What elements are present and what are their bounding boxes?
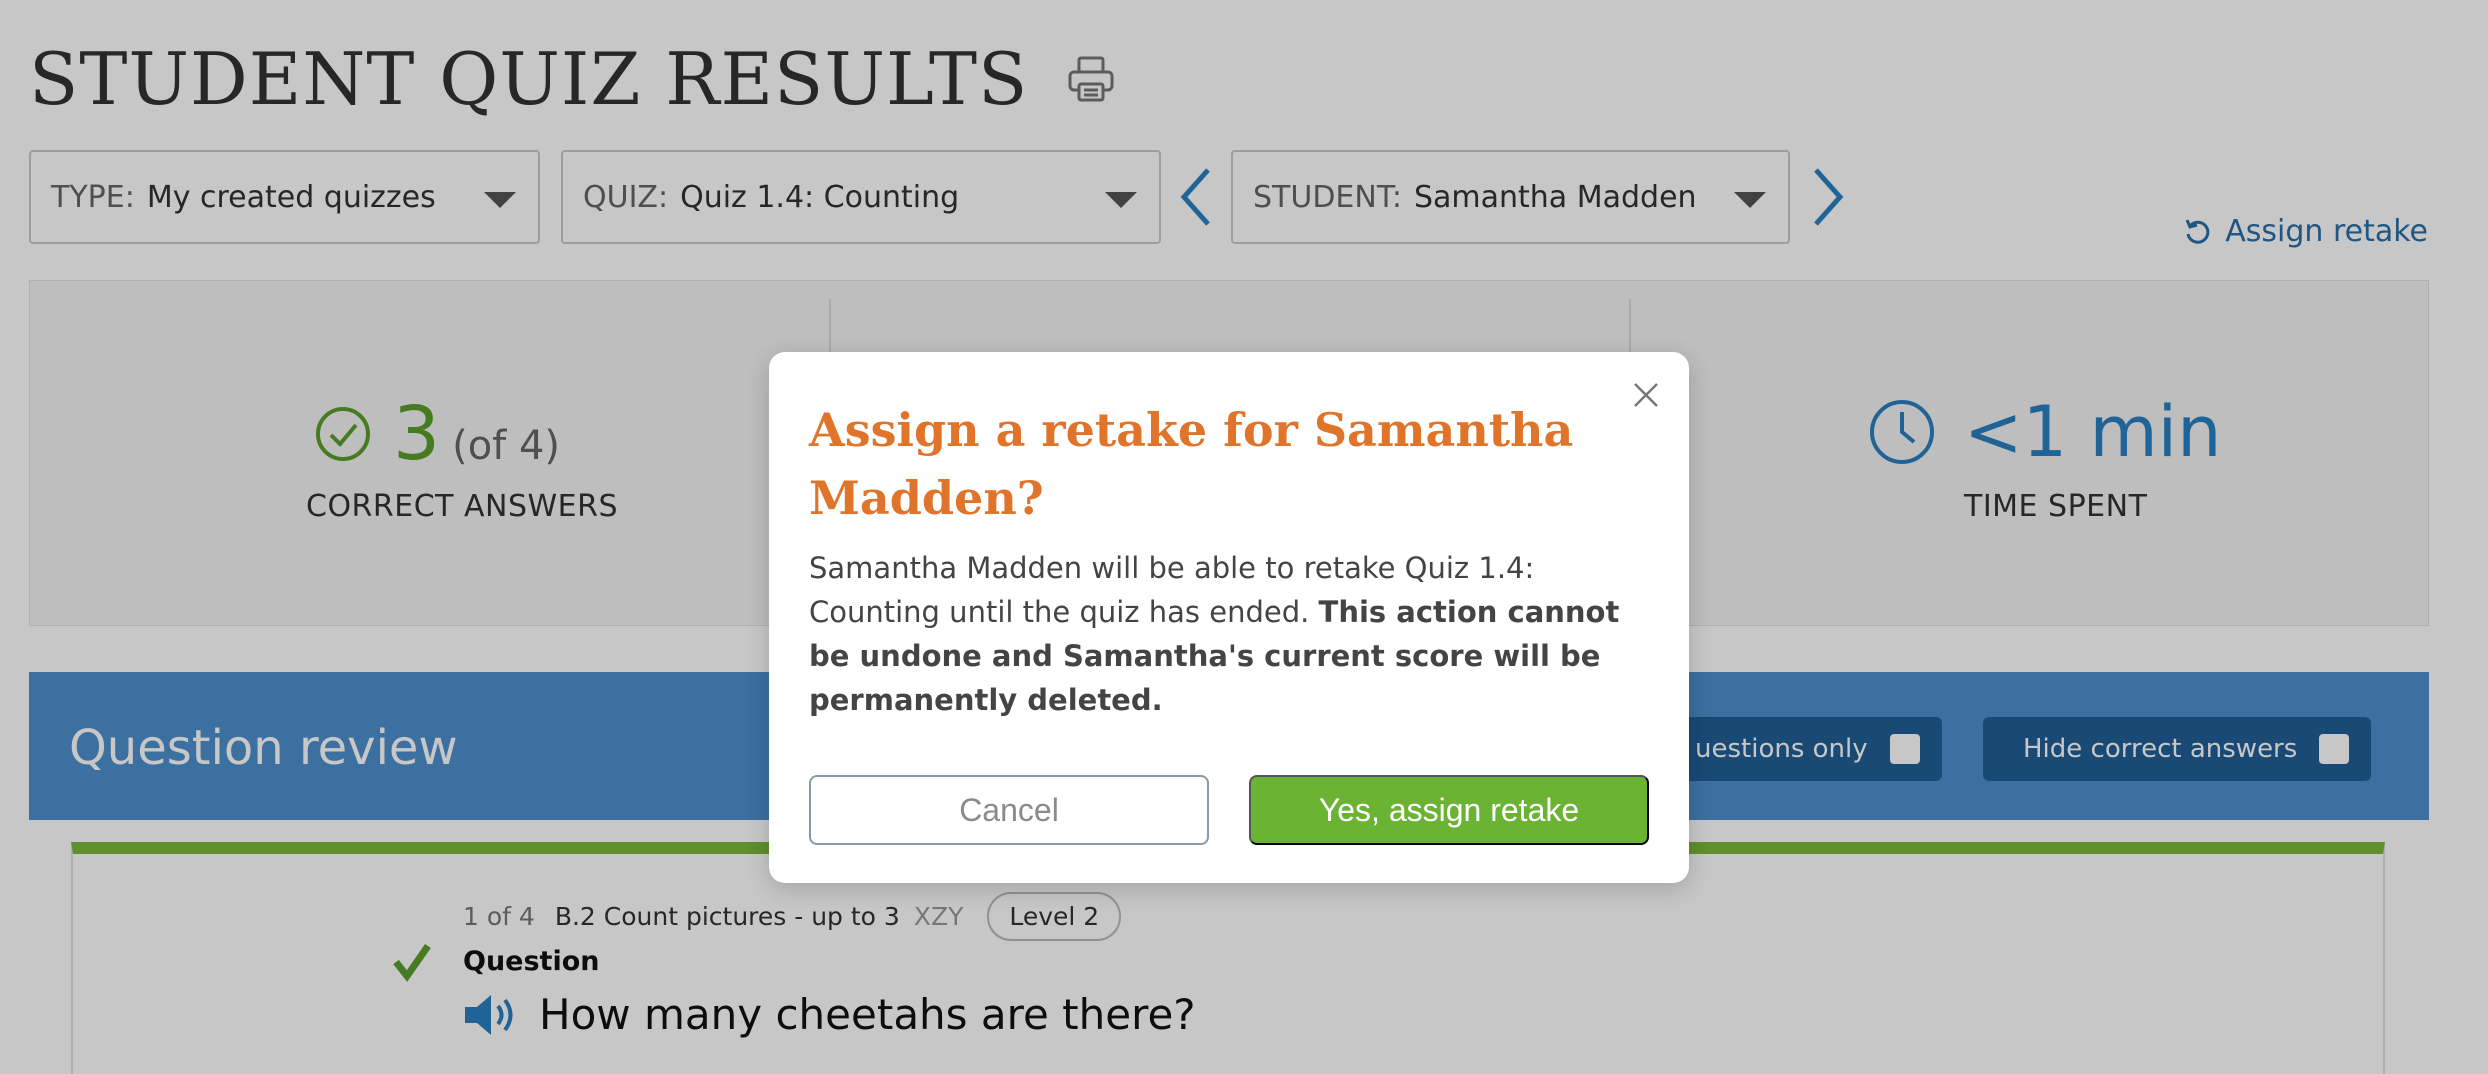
dialog-title: Assign a retake for Samantha Madden? <box>809 403 1574 525</box>
confirm-assign-retake-button[interactable]: Yes, assign retake <box>1249 775 1649 845</box>
dialog-message: Samantha Madden will be able to retake Q… <box>809 546 1629 722</box>
cancel-button[interactable]: Cancel <box>809 775 1209 845</box>
close-icon[interactable] <box>1631 380 1661 410</box>
assign-retake-dialog: Assign a retake for Samantha Madden? Sam… <box>769 352 1689 883</box>
